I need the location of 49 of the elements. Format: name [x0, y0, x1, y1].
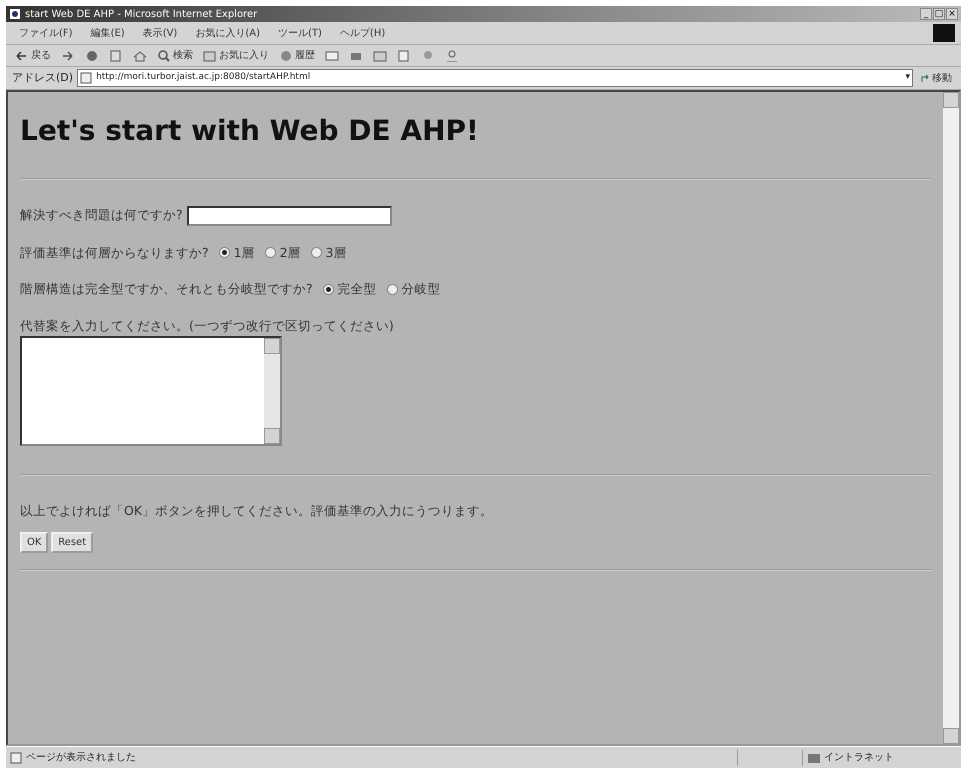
mail-icon: [325, 50, 339, 62]
close-button[interactable]: ×: [946, 8, 958, 20]
radio-button[interactable]: [264, 247, 276, 258]
option-label: 分岐型: [402, 280, 441, 298]
back-button[interactable]: 戻る: [12, 47, 54, 64]
radio-button[interactable]: [310, 247, 322, 258]
go-arrow-icon: [920, 73, 930, 83]
window-title: start Web DE AHP - Microsoft Internet Explorer: [25, 8, 258, 22]
question-label: 解決すべき問題は何ですか?: [20, 206, 183, 224]
option-label: 1層: [234, 244, 255, 262]
address-field[interactable]: http://mori.turbor.jaist.ac.jp:8080/startAHP.html ▾: [77, 69, 913, 87]
status-text: ページが表示されました: [26, 750, 136, 765]
menu-item[interactable]: 編集(E): [84, 26, 132, 40]
radio-button[interactable]: [386, 284, 398, 296]
maximize-button[interactable]: □: [933, 8, 945, 20]
question-label: 階層構造は完全型ですか、それとも分岐型ですか?: [20, 280, 313, 298]
search-icon: [157, 50, 171, 62]
scrollbar[interactable]: [943, 92, 959, 744]
option-label: 完全型: [338, 280, 377, 298]
menu-item[interactable]: ヘルプ(H): [332, 26, 392, 40]
ok-button[interactable]: OK: [20, 532, 48, 553]
answer-field[interactable]: [186, 206, 392, 226]
instruction-text: 以上でよければ「OK」ボタンを押してください。評価基準の入力にうつります。: [20, 502, 494, 520]
question-label: 代替案を入力してください。(一つずつ改行で区切ってください): [20, 317, 395, 336]
radio-button[interactable]: [218, 247, 230, 258]
zone-label: イントラネット: [824, 751, 894, 765]
menu-item[interactable]: お気に入り(A): [188, 26, 267, 40]
address-label: アドレス(D): [12, 70, 74, 86]
question-label: 評価基準は何層からなりますか?: [20, 244, 209, 262]
go-button[interactable]: 移動: [917, 70, 955, 86]
minimize-button[interactable]: _: [920, 8, 932, 20]
menu-item[interactable]: ファイル(F): [12, 26, 80, 40]
page-icon: [80, 72, 92, 84]
option-label: 3層: [326, 244, 346, 262]
back-icon: [15, 50, 29, 62]
radio-button[interactable]: [322, 284, 334, 296]
menu-item[interactable]: 表示(V): [136, 26, 184, 40]
dropdown-button[interactable]: ▾: [905, 71, 910, 85]
reset-button[interactable]: Reset: [51, 532, 94, 553]
option-label: 2層: [280, 244, 301, 262]
page-icon: [10, 752, 22, 764]
history-button[interactable]: 履歴: [276, 47, 318, 64]
search-button[interactable]: 検索: [154, 47, 196, 64]
alternatives-textarea[interactable]: [20, 336, 282, 446]
favorites-button[interactable]: お気に入り: [200, 47, 272, 64]
menu-item[interactable]: ツール(T): [271, 26, 329, 40]
home-icon: [133, 50, 147, 62]
page-heading: Let's start with Web DE AHP!: [20, 114, 480, 148]
forward-icon: [61, 50, 75, 62]
